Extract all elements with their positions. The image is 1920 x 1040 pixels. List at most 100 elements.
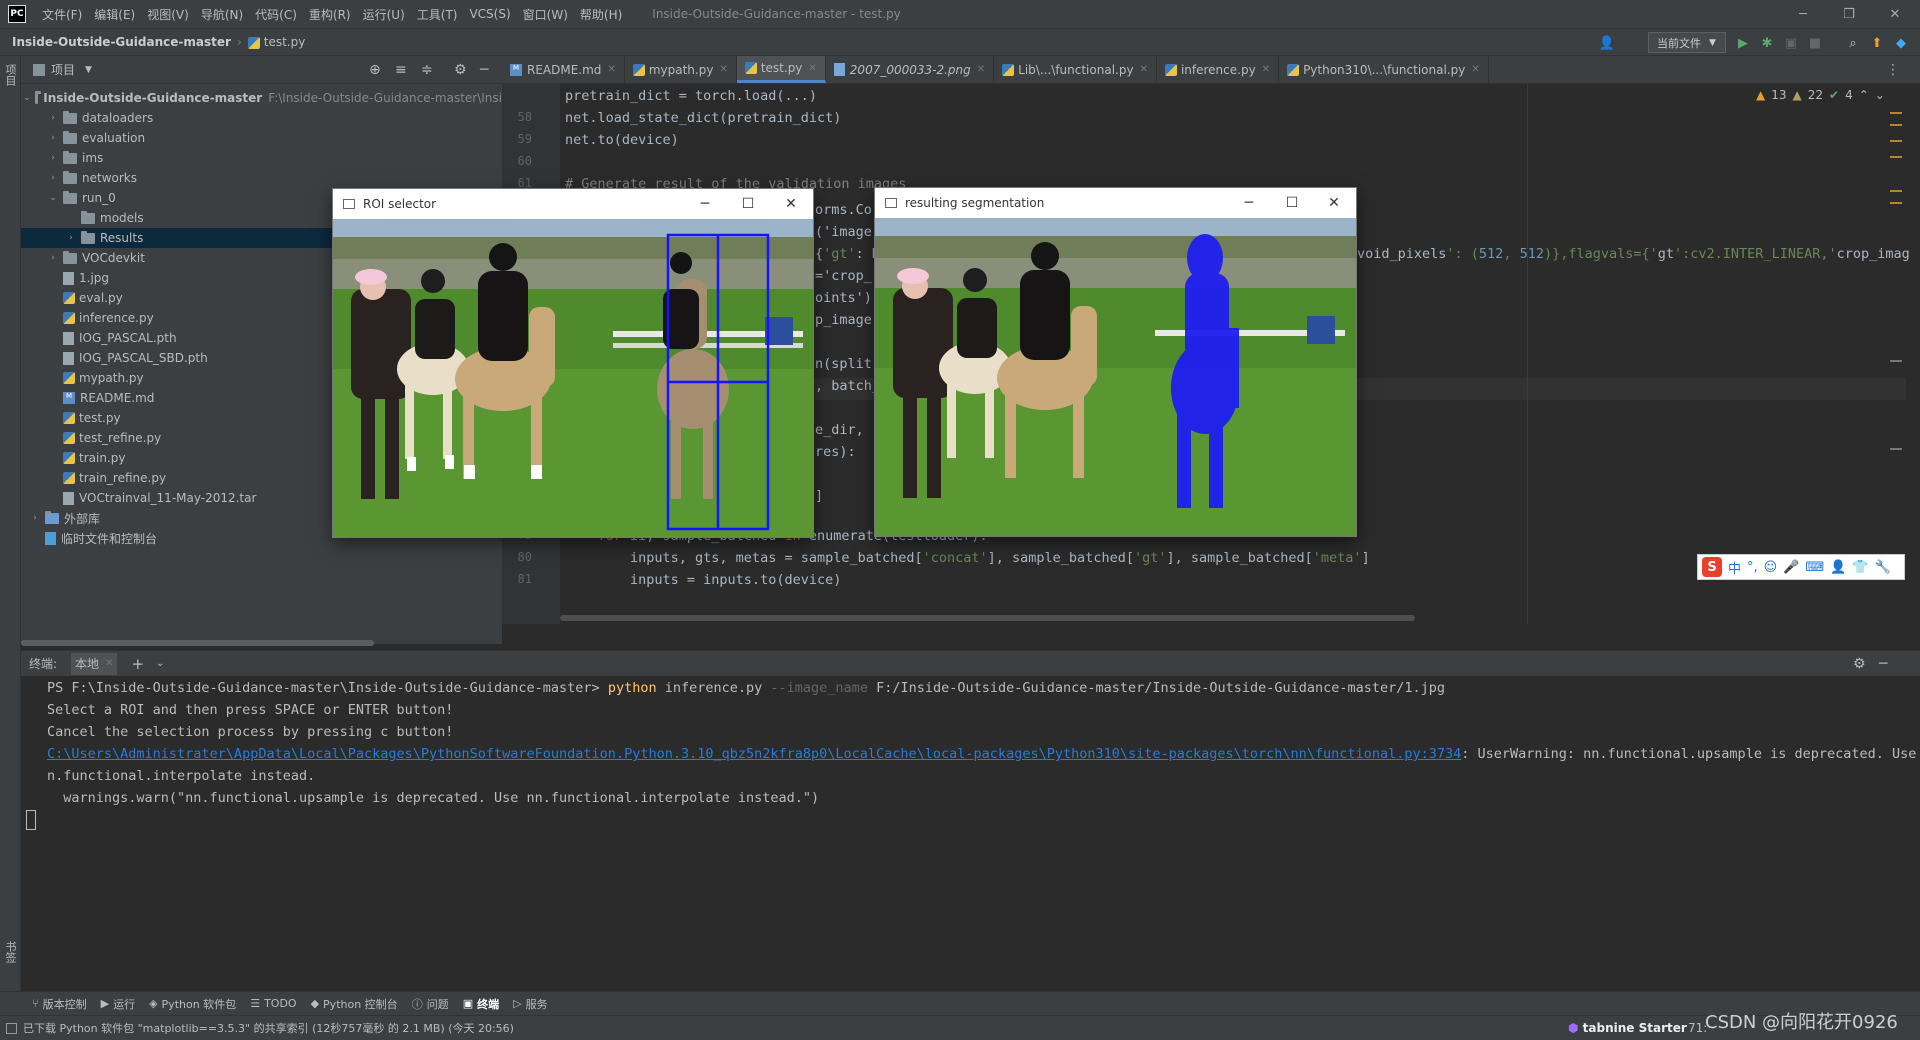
error-stripe-mark[interactable] <box>1890 124 1902 126</box>
more-icon[interactable]: ⋮ <box>1886 62 1900 78</box>
error-stripe-mark[interactable] <box>1890 190 1902 192</box>
error-stripe-mark[interactable] <box>1890 156 1902 158</box>
gear-icon[interactable]: ⚙ <box>1853 656 1866 672</box>
terminal-file-link[interactable]: C:\Users\Administrater\AppData\Local\Pac… <box>47 746 1461 762</box>
add-terminal-icon[interactable]: + <box>131 655 144 673</box>
close-icon[interactable]: ✕ <box>769 189 813 219</box>
roi-image[interactable] <box>333 219 813 537</box>
hide-panel-icon[interactable]: ─ <box>480 62 488 78</box>
menu-code[interactable]: 代码(C) <box>249 6 303 23</box>
punctuation-icon[interactable]: °, <box>1747 560 1758 575</box>
chevron-down-icon[interactable]: ⌄ <box>1875 88 1885 102</box>
close-icon[interactable]: ✕ <box>1872 0 1918 28</box>
menu-file[interactable]: 文件(F) <box>36 6 88 23</box>
menu-edit[interactable]: 编辑(E) <box>88 6 141 23</box>
restore-icon[interactable]: ❐ <box>1826 0 1872 28</box>
close-icon[interactable]: ✕ <box>1471 64 1479 75</box>
error-stripe-mark[interactable] <box>1890 202 1902 204</box>
chevron-up-icon[interactable]: ⌃ <box>1859 88 1869 102</box>
error-stripe-mark[interactable] <box>1890 140 1902 142</box>
editor-tab[interactable]: M README.md ✕ <box>502 56 625 83</box>
segmentation-window[interactable]: resulting segmentation ─ ☐ ✕ <box>875 188 1356 536</box>
breadcrumb-file[interactable]: test.py <box>247 35 305 49</box>
tw-vcs[interactable]: ⑂ 版本控制 <box>32 996 87 1012</box>
run-icon[interactable]: ▶ <box>1734 34 1752 52</box>
search-icon[interactable]: ⌕ <box>1844 34 1862 52</box>
project-tool-button[interactable]: 项目 <box>2 64 18 86</box>
chevron-right-icon[interactable]: › <box>47 253 59 263</box>
locate-icon[interactable]: ⊕ <box>369 62 381 78</box>
user-icon[interactable]: 👤 <box>1598 34 1616 52</box>
minimize-icon[interactable]: ─ <box>683 189 727 219</box>
menu-navigate[interactable]: 导航(N) <box>195 6 249 23</box>
status-toggle-icon[interactable] <box>6 1022 17 1034</box>
stop-icon[interactable]: ■ <box>1806 34 1824 52</box>
tree-item[interactable]: ⌄ Inside-Outside-Guidance-master F:\Inside… <box>21 88 502 108</box>
tree-item[interactable]: › ims <box>21 148 502 168</box>
hide-panel-icon[interactable]: ─ <box>1879 656 1887 672</box>
terminal-output[interactable]: PS F:\Inside-Outside-Guidance-master\Ins… <box>21 676 1920 991</box>
gear-icon[interactable]: ⚙ <box>454 62 467 78</box>
menu-view[interactable]: 视图(V) <box>141 6 195 23</box>
tw-problems[interactable]: ⓘ 问题 <box>412 996 449 1012</box>
roi-selector-window[interactable]: ROI selector ─ ☐ ✕ <box>333 189 813 537</box>
editor-tab[interactable]: test.py ✕ <box>736 56 826 83</box>
editor-tab[interactable]: 2007_000033-2.png ✕ <box>826 56 995 83</box>
maximize-icon[interactable]: ☐ <box>726 189 770 219</box>
plugin-icon[interactable]: ◆ <box>1892 34 1910 52</box>
menu-refactor[interactable]: 重构(R) <box>303 6 357 23</box>
chevron-right-icon[interactable]: › <box>47 153 59 163</box>
microphone-icon[interactable]: 🎤 <box>1783 560 1799 575</box>
ime-language[interactable]: 中 <box>1728 558 1741 577</box>
maximize-icon[interactable]: ☐ <box>1270 188 1314 218</box>
terminal-tab-local[interactable]: 本地 ✕ <box>71 652 118 675</box>
tw-todo[interactable]: ☰ TODO <box>250 997 296 1010</box>
close-icon[interactable]: ✕ <box>977 64 985 75</box>
menu-vcs[interactable]: VCS(S) <box>463 7 516 21</box>
close-icon[interactable]: ✕ <box>607 64 615 75</box>
tw-python-console[interactable]: ◆ Python 控制台 <box>311 996 398 1012</box>
editor-tab[interactable]: Lib\...\functional.py ✕ <box>994 56 1157 83</box>
tw-python-packages[interactable]: ◈ Python 软件包 <box>149 996 236 1012</box>
chevron-down-icon[interactable]: ▼ <box>85 65 92 75</box>
run-config-dropdown[interactable]: 当前文件 ▼ <box>1648 32 1726 53</box>
chevron-right-icon[interactable]: › <box>47 133 59 143</box>
emoji-icon[interactable]: ☺ <box>1764 560 1778 575</box>
keyboard-icon[interactable]: ⌨ <box>1805 560 1824 575</box>
close-icon[interactable]: ✕ <box>719 64 727 75</box>
editor-tab[interactable]: Python310\...\functional.py ✕ <box>1279 56 1489 83</box>
breadcrumb-project[interactable]: Inside-Outside-Guidance-master <box>12 35 231 49</box>
user-icon[interactable]: 👤 <box>1830 560 1846 575</box>
tree-item[interactable]: › networks <box>21 168 502 188</box>
status-message[interactable]: 已下载 Python 软件包 "matplotlib==3.5.3" 的共享索引… <box>23 1020 514 1036</box>
error-stripe-mark[interactable] <box>1890 448 1902 450</box>
menu-tools[interactable]: 工具(T) <box>411 6 464 23</box>
close-icon[interactable]: ✕ <box>105 658 113 669</box>
chevron-down-icon[interactable]: ⌄ <box>156 658 164 669</box>
coverage-icon[interactable]: ▣ <box>1782 34 1800 52</box>
minimize-icon[interactable]: ─ <box>1780 0 1826 28</box>
editor-horizontal-scrollbar[interactable] <box>560 615 1415 621</box>
close-icon[interactable]: ✕ <box>808 63 816 74</box>
editor-tab[interactable]: mypath.py ✕ <box>625 56 737 83</box>
tree-item[interactable]: › evaluation <box>21 128 502 148</box>
minimize-icon[interactable]: ─ <box>1227 188 1271 218</box>
project-panel-title[interactable]: 项目 <box>51 61 75 78</box>
close-icon[interactable]: ✕ <box>1140 64 1148 75</box>
tree-item[interactable]: › dataloaders <box>21 108 502 128</box>
menu-help[interactable]: 帮助(H) <box>574 6 628 23</box>
collapse-all-icon[interactable]: ≑ <box>421 62 433 78</box>
chevron-right-icon[interactable]: › <box>29 513 41 523</box>
update-icon[interactable]: ⬆ <box>1868 34 1886 52</box>
sogou-icon[interactable]: S <box>1702 557 1722 577</box>
tw-terminal[interactable]: ▣ 终端 <box>463 996 499 1012</box>
skin-icon[interactable]: 👕 <box>1852 560 1868 575</box>
error-stripe-mark[interactable] <box>1890 360 1902 362</box>
debug-icon[interactable]: ✱ <box>1758 34 1776 52</box>
tabnine-status[interactable]: ⬢ tabnine Starter <box>1568 1021 1687 1035</box>
wrench-icon[interactable]: 🔧 <box>1875 560 1891 575</box>
inspection-widget[interactable]: ▲ 13 ▲ 22 ✔ 4 ⌃ ⌄ <box>1756 88 1885 102</box>
editor-tab[interactable]: inference.py ✕ <box>1157 56 1280 83</box>
chevron-right-icon[interactable]: › <box>47 113 59 123</box>
expand-all-icon[interactable]: ≡ <box>395 62 407 78</box>
